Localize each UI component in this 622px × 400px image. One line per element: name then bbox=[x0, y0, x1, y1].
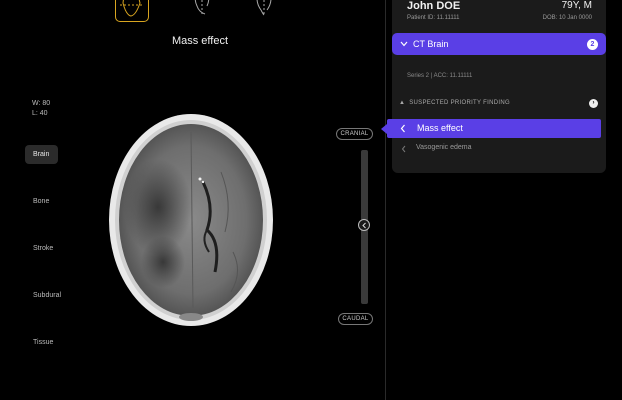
warning-icon: ▲ bbox=[399, 100, 406, 106]
finding-label: Vasogenic edema bbox=[416, 144, 472, 151]
patient-dob: DOB: 10 Jan 0000 bbox=[542, 15, 592, 21]
chevron-left-icon bbox=[362, 222, 366, 229]
view-title: Mass effect bbox=[171, 35, 229, 47]
chevron-left-icon bbox=[400, 124, 405, 133]
sagittal-head-icon[interactable] bbox=[187, 0, 221, 22]
preset-subdural[interactable]: Subdural bbox=[25, 286, 61, 305]
window-level-readout: W: 80 L: 40 bbox=[32, 99, 50, 119]
window-width: W: 80 bbox=[32, 100, 51, 107]
preset-bone[interactable]: Bone bbox=[25, 192, 58, 211]
study-label: CT Brain bbox=[413, 39, 449, 49]
series-info: Series 2 | ACC: 11.11111 bbox=[407, 73, 473, 79]
priority-finding-header: ▲ SUSPECTED PRIORITY FINDING bbox=[399, 100, 510, 106]
study-header-button[interactable]: CT Brain 2 bbox=[392, 33, 606, 55]
preset-tissue[interactable]: Tissue bbox=[25, 333, 58, 352]
patient-name: John DOE bbox=[407, 0, 461, 12]
selection-pointer bbox=[381, 124, 387, 134]
finding-item-mass-effect[interactable]: Mass effect bbox=[381, 119, 601, 138]
patient-id: Patient ID: 11.11111 bbox=[407, 15, 460, 21]
finding-count-badge: 2 bbox=[587, 39, 598, 50]
chevron-down-icon bbox=[400, 41, 408, 47]
ct-scan-image[interactable] bbox=[103, 112, 279, 328]
patient-age-sex: 79Y, M bbox=[561, 0, 592, 11]
caudal-label: CAUDAL bbox=[338, 313, 373, 325]
slice-slider-handle[interactable] bbox=[358, 219, 370, 231]
priority-finding-label: SUSPECTED PRIORITY FINDING bbox=[409, 100, 510, 106]
axial-head-icon[interactable] bbox=[115, 0, 149, 22]
finding-item-vasogenic-edema[interactable]: Vasogenic edema bbox=[401, 143, 581, 155]
info-icon[interactable]: › bbox=[589, 99, 598, 108]
finding-label: Mass effect bbox=[417, 123, 463, 133]
preset-brain[interactable]: Brain bbox=[25, 145, 58, 164]
view-thumbnails bbox=[115, 0, 285, 24]
cranial-label: CRANIAL bbox=[336, 128, 373, 140]
image-viewer: Mass effect W: 80 L: 40 Brain Bone Strok… bbox=[0, 0, 386, 400]
window-level: L: 40 bbox=[32, 110, 48, 117]
coronal-head-icon[interactable] bbox=[249, 0, 283, 22]
preset-stroke[interactable]: Stroke bbox=[25, 239, 58, 258]
chevron-left-icon bbox=[401, 145, 406, 153]
